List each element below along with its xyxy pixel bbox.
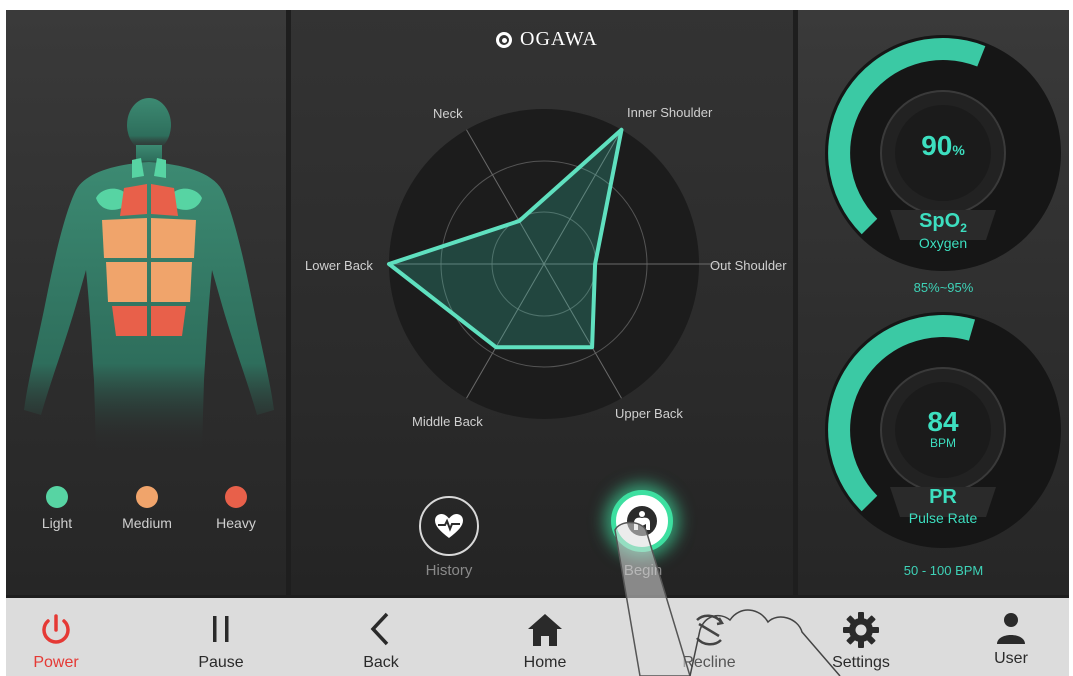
radar-label-lower-back: Lower Back <box>305 258 373 273</box>
power-button[interactable]: Power <box>6 598 111 676</box>
recline-button[interactable]: Recline <box>654 598 764 676</box>
power-icon <box>42 614 70 644</box>
home-icon <box>528 614 562 646</box>
pulse-value: 84 <box>927 406 959 437</box>
user-label: User <box>994 650 1028 667</box>
pulse-unit: BPM <box>929 436 956 450</box>
user-button[interactable]: User <box>956 598 1066 676</box>
radar-label-inner-shoulder: Inner Shoulder <box>627 105 713 120</box>
pause-label: Pause <box>198 654 244 671</box>
radar-label-out-shoulder: Out Shoulder <box>710 258 787 273</box>
spo2-subtitle: Oxygen <box>918 235 968 251</box>
brand-name: OGAWA <box>520 28 598 50</box>
radar-label-middle-back: Middle Back <box>412 414 483 429</box>
gear-icon <box>843 612 879 648</box>
recline-label: Recline <box>682 654 736 671</box>
radar-panel: OGAWA Neck Inner Shoulder Out Shoulder U… <box>291 10 793 595</box>
body-map-panel: Light Medium Heavy <box>6 10 286 595</box>
logo-mark-icon <box>496 31 512 48</box>
settings-button[interactable]: Settings <box>806 598 916 676</box>
heavy-dot <box>225 486 247 508</box>
user-icon <box>997 613 1025 644</box>
radar-label-neck: Neck <box>433 106 463 121</box>
back-chevron-icon <box>370 612 389 646</box>
vitals-panel: 90% SpO2 Oxygen 85%~95% 84 BPM PR Pulse … <box>798 10 1069 595</box>
bottom-toolbar: Power Pause Back Home Recline Settings U… <box>6 598 1069 676</box>
spo2-value: 90 <box>921 130 953 161</box>
spo2-title-sub: 2 <box>960 221 967 235</box>
pause-button[interactable]: Pause <box>166 598 276 676</box>
spo2-title-main: SpO <box>919 210 961 232</box>
pulse-range: 50 - 100 BPM <box>903 563 984 578</box>
radar-label-upper-back: Upper Back <box>615 406 683 421</box>
light-dot <box>46 486 68 508</box>
history-label: History <box>425 562 473 579</box>
legend-heavy-label: Heavy <box>216 515 256 531</box>
heart-pulse-icon <box>435 514 463 538</box>
radar-chart <box>387 109 724 419</box>
ogawa-logo: OGAWA <box>496 28 598 51</box>
begin-button[interactable] <box>611 490 673 552</box>
home-label: Home <box>523 654 567 671</box>
back-button[interactable]: Back <box>326 598 436 676</box>
massage-body-icon <box>627 506 657 536</box>
spo2-title: SpO2 <box>893 210 993 235</box>
body-figure <box>24 98 274 450</box>
app-frame: Light Medium Heavy OGAWA Neck Inner Shou… <box>6 10 1069 676</box>
home-button[interactable]: Home <box>490 598 600 676</box>
pulse-subtitle: Pulse Rate <box>908 510 978 526</box>
legend-light-label: Light <box>41 515 73 531</box>
pause-icon <box>213 616 229 642</box>
history-button[interactable] <box>419 496 479 556</box>
medium-dot <box>136 486 158 508</box>
power-label: Power <box>33 654 79 671</box>
pulse-title: PR <box>929 486 957 508</box>
recline-icon <box>696 614 724 646</box>
spo2-unit: % <box>952 142 965 158</box>
back-label: Back <box>363 654 399 671</box>
begin-label: Begin <box>623 562 663 579</box>
legend-medium-label: Medium <box>122 515 172 531</box>
settings-label: Settings <box>832 654 890 671</box>
spo2-range: 85%~95% <box>913 280 974 295</box>
spo2-value-box: 90% <box>908 130 978 162</box>
